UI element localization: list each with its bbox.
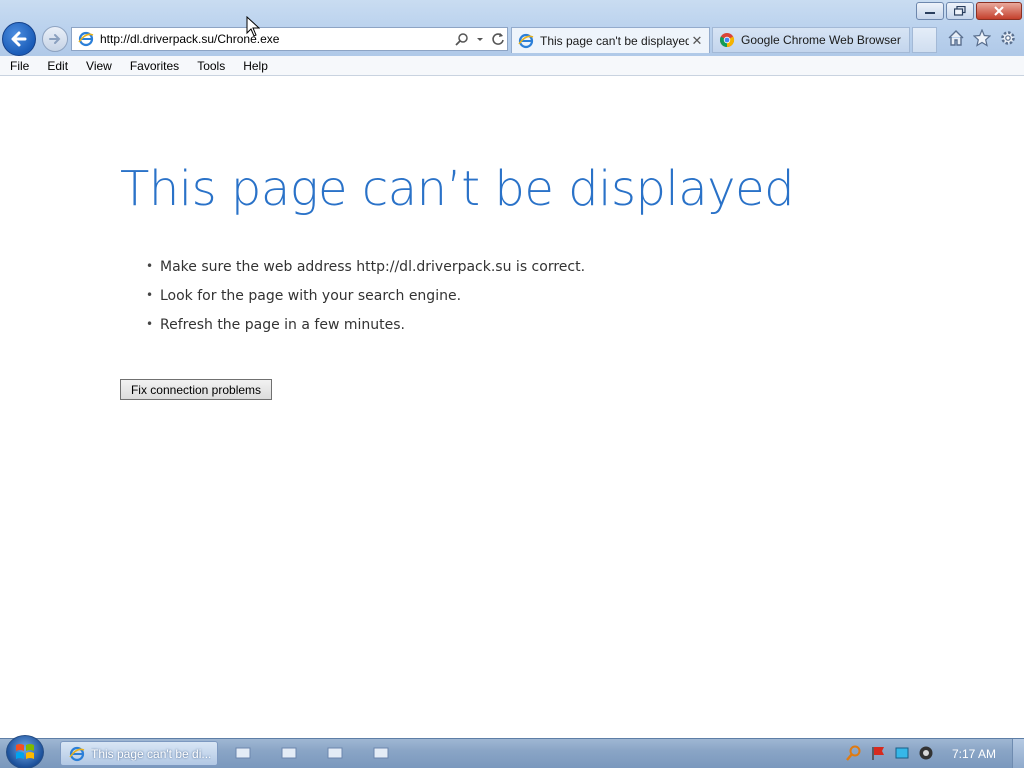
system-tray	[846, 745, 934, 761]
refresh-button[interactable]	[489, 29, 507, 49]
network-tray-icon[interactable]	[894, 745, 910, 761]
home-icon	[948, 30, 964, 46]
gear-icon	[1001, 31, 1015, 45]
search-button[interactable]	[453, 29, 471, 49]
action-center-flag-icon[interactable]	[870, 745, 886, 761]
menu-favorites[interactable]: Favorites	[120, 57, 187, 75]
start-button[interactable]	[6, 735, 44, 768]
tab-error-page[interactable]: This page can't be displayed ✕	[511, 27, 710, 53]
tab-label: Google Chrome Web Browser	[741, 33, 901, 47]
back-arrow-icon	[11, 31, 27, 47]
close-icon	[994, 6, 1004, 16]
forward-button[interactable]	[42, 26, 68, 52]
search-icon	[455, 33, 468, 46]
back-button[interactable]	[2, 22, 36, 56]
menu-edit[interactable]: Edit	[37, 57, 76, 75]
tip-text: Refresh the page in a few minutes.	[160, 317, 405, 333]
taskbar-window-icon[interactable]	[373, 747, 389, 759]
command-icons	[946, 28, 1018, 48]
address-dropdown-button[interactable]	[471, 29, 489, 49]
tip-text: Look for the page with your search engin…	[160, 288, 462, 304]
close-button[interactable]	[976, 2, 1022, 20]
browser-frame: http://dl.driverpack.su/Chrone.exe This …	[0, 0, 1024, 56]
forward-arrow-icon	[49, 34, 61, 44]
ie-icon	[518, 33, 534, 48]
address-bar[interactable]: http://dl.driverpack.su/Chrone.exe	[71, 27, 508, 51]
taskbar: This page can't be di... 7:17 AM	[0, 735, 1024, 768]
chevron-down-icon	[477, 38, 483, 41]
menu-help[interactable]: Help	[233, 57, 276, 75]
taskbar-window-icon[interactable]	[281, 747, 297, 759]
favorites-button[interactable]	[972, 28, 992, 48]
tab-close-icon[interactable]: ✕	[689, 33, 705, 49]
new-tab-button[interactable]	[912, 27, 937, 53]
system-clock[interactable]: 7:17 AM	[952, 747, 996, 761]
home-button[interactable]	[946, 28, 966, 48]
url-text[interactable]: http://dl.driverpack.su/Chrone.exe	[96, 32, 453, 46]
taskbar-window-icon[interactable]	[235, 747, 251, 759]
tip-text: Make sure the web address http://dl.driv…	[160, 259, 586, 275]
list-item: • Look for the page with your search engi…	[146, 288, 462, 304]
page-title: This page can’t be displayed	[120, 161, 795, 217]
show-desktop-button[interactable]	[1012, 739, 1024, 768]
taskbar-window-label: This page can't be di...	[91, 746, 212, 761]
tab-label: This page can't be displayed	[540, 33, 689, 48]
ie-icon	[76, 29, 96, 49]
menu-bar: File Edit View Favorites Tools Help	[0, 56, 1024, 76]
restore-icon	[954, 6, 966, 16]
tools-button[interactable]	[998, 28, 1018, 48]
menu-file[interactable]: File	[0, 57, 37, 75]
windows-logo-icon	[16, 744, 34, 759]
minimize-button[interactable]	[916, 2, 944, 20]
menu-tools[interactable]: Tools	[187, 57, 233, 75]
menu-view[interactable]: View	[76, 57, 120, 75]
tab-chrome-download[interactable]: Google Chrome Web Browser	[712, 27, 910, 53]
troubleshooting-list: • Make sure the web address http://dl.dri…	[146, 259, 585, 346]
mouse-cursor-icon	[246, 16, 260, 37]
taskbar-ie-window[interactable]: This page can't be di...	[60, 741, 218, 766]
restore-button[interactable]	[946, 2, 974, 20]
refresh-icon	[492, 33, 504, 45]
window-controls	[916, 2, 1022, 20]
chrome-icon	[719, 33, 735, 48]
list-item: • Make sure the web address http://dl.dri…	[146, 259, 586, 275]
magnifier-tray-icon[interactable]	[846, 745, 862, 761]
minimize-icon	[925, 12, 935, 14]
taskbar-window-icon[interactable]	[327, 747, 343, 759]
volume-tray-icon[interactable]	[918, 745, 934, 761]
list-item: • Refresh the page in a few minutes.	[146, 317, 405, 333]
favorites-star-icon	[973, 29, 991, 47]
ie-icon	[69, 746, 85, 761]
fix-connection-button[interactable]: Fix connection problems	[120, 379, 272, 400]
page-content: This page can’t be displayed • Make sure …	[0, 77, 1024, 738]
